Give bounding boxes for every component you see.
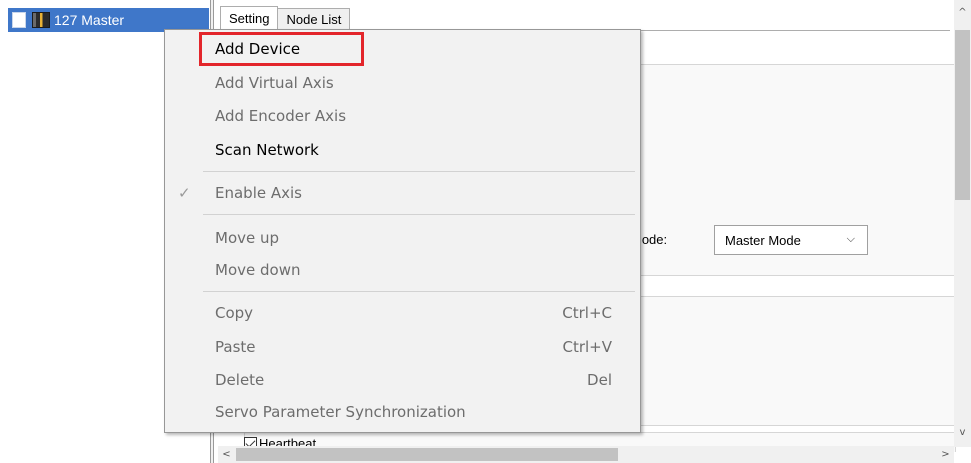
menu-item-label: Delete — [215, 371, 265, 389]
menu-item-shortcut: Ctrl+V — [562, 338, 612, 356]
menu-separator — [203, 171, 635, 172]
menu-item-paste[interactable]: Paste Ctrl+V — [165, 332, 640, 362]
horizontal-scroll-thumb[interactable] — [236, 448, 618, 461]
menu-item-label: Move up — [215, 229, 280, 247]
menu-separator — [203, 291, 635, 292]
menu-item-label: Servo Parameter Synchronization — [215, 403, 466, 421]
menu-item-move-down[interactable]: Move down — [165, 255, 640, 285]
horizontal-scrollbar[interactable]: < > — [218, 446, 954, 463]
mode-select[interactable]: Master Mode ⌵ — [714, 225, 868, 255]
menu-item-shortcut: Del — [587, 371, 612, 389]
menu-item-label: Paste — [215, 338, 256, 356]
menu-item-label: Move down — [215, 261, 301, 279]
mode-select-value: Master Mode — [725, 232, 801, 248]
tree-node-checkbox[interactable] — [12, 12, 26, 28]
menu-item-shortcut: Ctrl+C — [562, 304, 612, 322]
chevron-down-icon: ⌵ — [846, 233, 855, 245]
menu-item-servo-parameter-synchronization[interactable]: Servo Parameter Synchronization — [165, 397, 640, 427]
menu-item-delete[interactable]: Delete Del — [165, 365, 640, 395]
tree-node-label: 127 Master — [54, 12, 125, 28]
context-menu: Add Device Add Virtual Axis Add Encoder … — [164, 29, 641, 433]
menu-item-copy[interactable]: Copy Ctrl+C — [165, 298, 640, 328]
menu-item-add-virtual-axis[interactable]: Add Virtual Axis — [165, 68, 640, 98]
scroll-down-icon[interactable]: v — [954, 424, 971, 441]
menu-item-label: Add Virtual Axis — [215, 74, 334, 92]
menu-item-label: Add Encoder Axis — [215, 107, 347, 125]
menu-item-scan-network[interactable]: Scan Network — [165, 135, 640, 165]
tab-strip: Setting Node List — [220, 6, 351, 30]
menu-item-add-encoder-axis[interactable]: Add Encoder Axis — [165, 101, 640, 131]
menu-item-enable-axis[interactable]: ✓ Enable Axis — [165, 178, 640, 208]
menu-item-label: Copy — [215, 304, 254, 322]
scroll-left-icon[interactable]: < — [218, 446, 235, 463]
menu-item-label: Scan Network — [215, 141, 319, 159]
scroll-up-icon[interactable]: ^ — [954, 4, 971, 21]
menu-item-label: Enable Axis — [215, 184, 302, 202]
highlight-box — [199, 32, 364, 66]
menu-item-move-up[interactable]: Move up — [165, 223, 640, 253]
vertical-scroll-thumb[interactable] — [955, 30, 970, 200]
check-icon: ✓ — [178, 184, 191, 202]
vertical-scrollbar[interactable]: ^ v — [954, 0, 971, 447]
tab-node-list[interactable]: Node List — [277, 8, 351, 30]
device-icon — [32, 12, 50, 28]
scroll-right-icon[interactable]: > — [937, 446, 954, 463]
tab-setting[interactable]: Setting — [220, 6, 279, 30]
menu-separator — [203, 214, 635, 215]
